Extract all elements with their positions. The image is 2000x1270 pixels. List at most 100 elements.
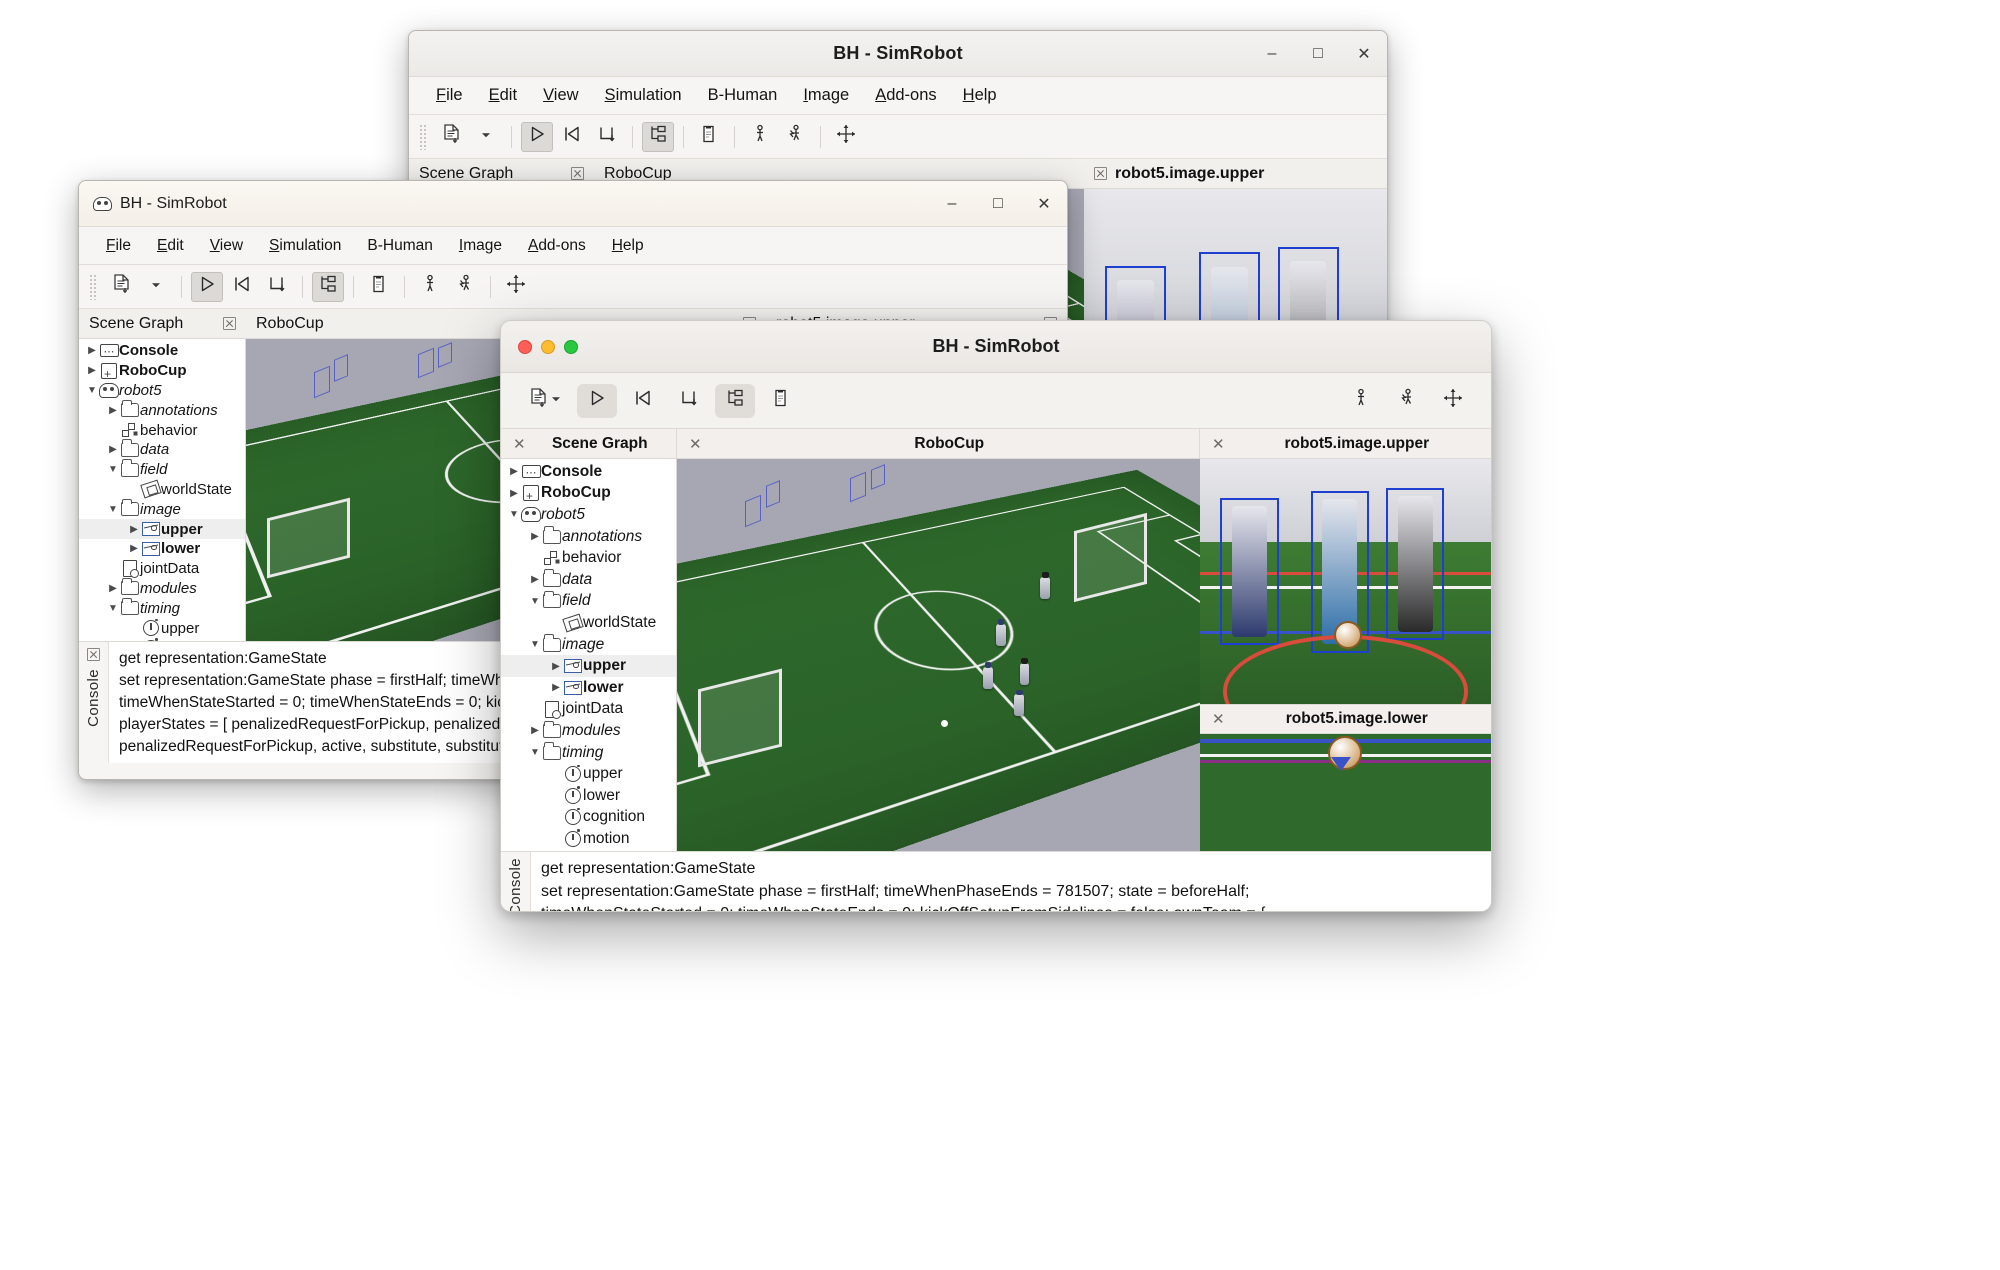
panel-image-upper[interactable]: robot5.image.upper xyxy=(1084,159,1387,188)
toolbar-grip[interactable] xyxy=(89,274,98,300)
tree-item-upper-9[interactable]: ▶upper xyxy=(79,519,245,539)
toolbar-front[interactable] xyxy=(501,373,1491,429)
chevron-right-icon[interactable]: ▶ xyxy=(507,488,521,499)
drag-and-drop-apply-force-button[interactable] xyxy=(1387,384,1427,418)
simulation-reset-button[interactable] xyxy=(556,122,588,152)
toggle-scene-graph-button[interactable] xyxy=(642,122,674,152)
close-icon[interactable]: ✕ xyxy=(1212,710,1225,728)
chevron-down-icon[interactable]: ▼ xyxy=(106,504,120,515)
tree-item-annotations-3[interactable]: ▶annotations xyxy=(79,400,245,420)
simulation-start-button[interactable] xyxy=(577,384,617,418)
scene-graph-tree-front[interactable]: ▶Console▶RoboCup▼robot5▶annotations beha… xyxy=(501,459,677,851)
robot-image-lower-front[interactable] xyxy=(1200,734,1491,851)
tree-item-jointdata-11[interactable]: jointData xyxy=(79,559,245,579)
panel-scene-graph[interactable]: Scene Graph xyxy=(79,309,246,338)
tree-item-field-6[interactable]: ▼field xyxy=(79,460,245,480)
chevron-down-icon[interactable]: ▼ xyxy=(528,747,542,758)
tree-item-lower-15[interactable]: lower xyxy=(501,785,676,807)
chevron-right-icon[interactable]: ▶ xyxy=(85,365,99,376)
toggle-scene-graph-button[interactable] xyxy=(312,272,344,302)
drag-and-drop-robot-button[interactable] xyxy=(1341,384,1381,418)
menu-item-file[interactable]: File xyxy=(93,233,144,259)
tree-item-console-0[interactable]: ▶Console xyxy=(79,341,245,361)
chevron-down-icon[interactable]: ▼ xyxy=(85,385,99,396)
tree-item-data-5[interactable]: ▶data xyxy=(79,440,245,460)
drag-and-drop-robot-button[interactable] xyxy=(744,122,776,152)
minimize-button[interactable]: – xyxy=(1249,31,1295,77)
tree-item-robot5-2[interactable]: ▼robot5 xyxy=(79,381,245,401)
toggle-console-button[interactable] xyxy=(761,384,801,418)
tree-item-modules-12[interactable]: ▶modules xyxy=(79,579,245,599)
toolbar-middle[interactable] xyxy=(79,265,1067,309)
open-scene-dropdown-button[interactable] xyxy=(470,122,502,152)
chevron-right-icon[interactable]: ▶ xyxy=(127,524,141,535)
chevron-right-icon[interactable]: ▶ xyxy=(528,725,542,736)
chevron-right-icon[interactable]: ▶ xyxy=(127,543,141,554)
simulation-reset-button[interactable] xyxy=(226,272,258,302)
simulation-step-button[interactable] xyxy=(669,384,709,418)
tree-item-lower-15[interactable]: lower xyxy=(79,638,245,641)
chevron-down-icon[interactable]: ▼ xyxy=(106,603,120,614)
tree-item-cognition-16[interactable]: cognition xyxy=(501,807,676,829)
menu-item-b-human[interactable]: B-Human xyxy=(695,82,791,109)
simulation-step-button[interactable] xyxy=(261,272,293,302)
tree-item-robocup-1[interactable]: ▶RoboCup xyxy=(79,361,245,381)
panel-image-lower[interactable]: ✕ robot5.image.lower xyxy=(1200,705,1491,733)
tree-item-data-5[interactable]: ▶data xyxy=(501,569,676,591)
chevron-right-icon[interactable]: ▶ xyxy=(528,574,542,585)
close-button[interactable]: ✕ xyxy=(1341,31,1387,77)
tree-item-worldstate-7[interactable]: worldState xyxy=(501,612,676,634)
chevron-right-icon[interactable]: ▶ xyxy=(549,682,563,693)
toolbar-back[interactable] xyxy=(409,115,1387,159)
maximize-button[interactable]: □ xyxy=(975,181,1021,227)
menu-item-edit[interactable]: Edit xyxy=(476,82,530,109)
tree-item-timing-13[interactable]: ▼timing xyxy=(79,598,245,618)
close-icon[interactable]: ✕ xyxy=(689,435,702,453)
menu-item-b-human[interactable]: B-Human xyxy=(354,233,445,259)
tree-item-annotations-3[interactable]: ▶annotations xyxy=(501,526,676,548)
window-controls-back[interactable]: – □ ✕ xyxy=(1249,31,1387,77)
chevron-right-icon[interactable]: ▶ xyxy=(106,444,120,455)
maximize-button[interactable]: □ xyxy=(1295,31,1341,77)
close-icon[interactable] xyxy=(87,648,100,661)
menu-item-add-ons[interactable]: Add-ons xyxy=(515,233,599,259)
tree-item-behavior-4[interactable]: behavior xyxy=(501,547,676,569)
robot-image-upper-front[interactable] xyxy=(1200,459,1491,704)
chevron-right-icon[interactable]: ▶ xyxy=(106,583,120,594)
chevron-right-icon[interactable]: ▶ xyxy=(85,345,99,356)
simulation-start-button[interactable] xyxy=(521,122,553,152)
drag-and-drop-plane-button[interactable] xyxy=(830,122,862,152)
titlebar-front[interactable]: BH - SimRobot xyxy=(501,321,1491,373)
scene-graph-tree-middle[interactable]: ▶Console▶RoboCup▼robot5▶annotations beha… xyxy=(79,339,246,641)
menu-item-add-ons[interactable]: Add-ons xyxy=(862,82,949,109)
close-icon[interactable] xyxy=(1094,167,1107,180)
tree-item-console-0[interactable]: ▶Console xyxy=(501,461,676,483)
console-sidebar[interactable]: Console xyxy=(79,642,109,763)
console-dock-front[interactable]: Console ✕ get representation:GameStatese… xyxy=(501,851,1491,912)
chevron-right-icon[interactable]: ▶ xyxy=(528,531,542,542)
tree-item-upper-9[interactable]: ▶upper xyxy=(501,655,676,677)
chevron-right-icon[interactable]: ▶ xyxy=(549,661,563,672)
chevron-down-icon[interactable]: ▼ xyxy=(507,509,521,520)
simulation-step-button[interactable] xyxy=(591,122,623,152)
tree-item-robot5-2[interactable]: ▼robot5 xyxy=(501,504,676,526)
close-icon[interactable] xyxy=(223,317,236,330)
tree-item-lower-10[interactable]: ▶lower xyxy=(501,677,676,699)
console-sidebar[interactable]: Console ✕ xyxy=(501,852,531,912)
window-controls-middle[interactable]: – □ ✕ xyxy=(929,181,1067,227)
toggle-console-button[interactable] xyxy=(363,272,395,302)
toolbar-grip[interactable] xyxy=(419,124,428,150)
chevron-down-icon[interactable]: ▼ xyxy=(106,464,120,475)
menu-item-file[interactable]: File xyxy=(423,82,476,109)
menu-item-image[interactable]: Image xyxy=(446,233,515,259)
open-scene-file-button[interactable] xyxy=(519,384,571,418)
menu-item-edit[interactable]: Edit xyxy=(144,233,197,259)
tree-item-modules-12[interactable]: ▶modules xyxy=(501,720,676,742)
menubar-back[interactable]: FileEditViewSimulationB-HumanImageAdd-on… xyxy=(409,77,1387,115)
chevron-down-icon[interactable]: ▼ xyxy=(528,596,542,607)
simulation-reset-button[interactable] xyxy=(623,384,663,418)
tree-item-field-6[interactable]: ▼field xyxy=(501,591,676,613)
toggle-console-button[interactable] xyxy=(693,122,725,152)
tree-item-image-8[interactable]: ▼image xyxy=(501,634,676,656)
close-button[interactable]: ✕ xyxy=(1021,181,1067,227)
